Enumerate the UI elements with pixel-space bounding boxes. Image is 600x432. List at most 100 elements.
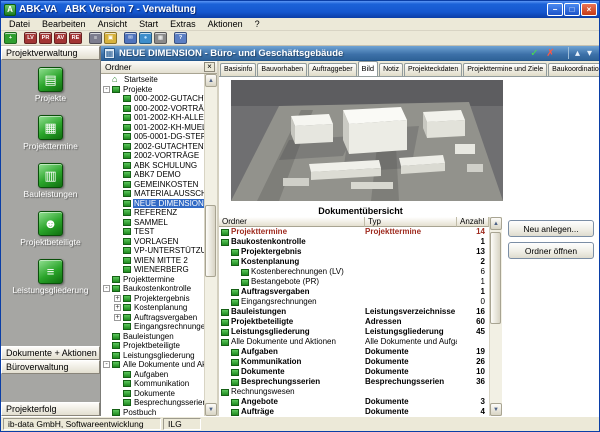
table-row[interactable]: Aufträge Dokumente 4 [219, 407, 489, 416]
re-icon[interactable]: RE [69, 32, 82, 44]
sidebar-item-projekttermine[interactable]: ▦ Projekttermine [23, 115, 78, 151]
calculator-icon[interactable]: ▦ [154, 32, 167, 44]
tree-item[interactable]: 000-2002-VORTRÄGE [101, 104, 204, 114]
close-tree-icon[interactable]: × [204, 62, 215, 72]
tab-item[interactable]: Basisinfo [220, 63, 256, 76]
confirm-icon[interactable]: ✓ [528, 47, 541, 59]
panel-menu-icon[interactable]: ▾ [583, 47, 596, 59]
tree-item[interactable]: Projekte [101, 85, 204, 95]
tree-item[interactable]: Kommunikation [101, 379, 204, 389]
tree-item[interactable]: Bauleistungen [101, 332, 204, 342]
table-row[interactable]: Bestangebote (PR) 1 [219, 277, 489, 287]
menu-item[interactable]: Ansicht [92, 18, 134, 30]
tree-item[interactable]: Kostenplanung [101, 303, 204, 313]
column-header-typ[interactable]: Typ [365, 217, 457, 227]
menu-item[interactable]: ? [249, 18, 266, 30]
table-scroll-track[interactable] [490, 230, 502, 403]
table-row[interactable]: Rechnungswesen [219, 387, 489, 397]
tree-item[interactable]: Auftragsvergaben [101, 313, 204, 323]
help-icon[interactable]: ? [174, 32, 187, 44]
tree-scroll-thumb[interactable] [205, 205, 216, 277]
tree-item[interactable]: Baukostenkontrolle [101, 284, 204, 294]
column-header-ordner[interactable]: Ordner [219, 217, 365, 227]
menu-item[interactable]: Start [133, 18, 164, 30]
tree-item[interactable]: ABK SCHULUNG [101, 161, 204, 171]
table-scrollbar[interactable] [489, 217, 502, 416]
sidebar-group-dokumente-aktionen[interactable]: Dokumente + Aktionen [1, 346, 100, 360]
scroll-down-icon[interactable] [490, 403, 502, 416]
print-icon[interactable]: ≡ [89, 32, 102, 44]
table-row[interactable]: Leistungsgliederung Leistungsgliederung … [219, 327, 489, 337]
tab-item[interactable]: Projekteckdaten [404, 63, 462, 76]
tree-item[interactable]: VP-UNTERSTÜTZUNG [101, 246, 204, 256]
tree-expander-icon[interactable] [114, 314, 121, 321]
panel-up-icon[interactable]: ▴ [568, 47, 580, 59]
tree-item[interactable]: Aufgaben [101, 370, 204, 380]
tree-expander-icon[interactable] [103, 361, 110, 368]
tree-item[interactable]: GEMEINKOSTEN [101, 180, 204, 190]
tree-item[interactable]: 000-2002-GUTACHTENTÄTIGKEIT [101, 94, 204, 104]
table-row[interactable]: Auftragsvergaben 1 [219, 287, 489, 297]
tree-item[interactable]: 001-2002-KH-MUELLER [101, 123, 204, 133]
tree-item[interactable]: NEUE DIMENSION [101, 199, 204, 209]
av-icon[interactable]: AV [54, 32, 67, 44]
sidebar-item-projektbeteiligte[interactable]: ☻ Projektbeteiligte [20, 211, 80, 247]
sidebar-item-projekte[interactable]: ▤ Projekte [35, 67, 66, 103]
tab-item[interactable]: Baukoordination [548, 63, 599, 76]
tab-item[interactable]: Notiz [379, 63, 403, 76]
ordner-oeffnen-button[interactable]: Ordner öffnen [508, 242, 594, 259]
table-row[interactable]: Bauleistungen Leistungsverzeichnisse 16 [219, 307, 489, 317]
menu-item[interactable]: Datei [3, 18, 36, 30]
new-icon[interactable]: + [4, 32, 17, 44]
tree-item[interactable]: Projekttermine [101, 275, 204, 285]
tree-item[interactable]: Leistungsgliederung [101, 351, 204, 361]
column-header-anzahl[interactable]: Anzahl [457, 217, 489, 227]
tab-item[interactable]: Bauvorhaben [257, 63, 307, 76]
table-row[interactable]: Kostenberechnungen (LV) 6 [219, 267, 489, 277]
tree-item[interactable]: TEST [101, 227, 204, 237]
scroll-up-icon[interactable] [490, 217, 502, 230]
table-row[interactable]: Alle Dokumente und Aktionen Alle Dokumen… [219, 337, 489, 347]
table-row[interactable]: Projektergebnis 13 [219, 247, 489, 257]
tree-item[interactable]: Alle Dokumente und Aktionen [101, 360, 204, 370]
table-row[interactable]: Kommunikation Dokumente 26 [219, 357, 489, 367]
tree-item[interactable]: Startseite [101, 75, 204, 85]
tree-item[interactable]: Dokumente [101, 389, 204, 399]
table-row[interactable]: Angebote Dokumente 3 [219, 397, 489, 407]
tree-item[interactable]: WIENERBERG [101, 265, 204, 275]
minimize-button[interactable]: − [547, 3, 563, 16]
tree-expander-icon[interactable] [103, 285, 110, 292]
tree-item[interactable]: Besprechungsserien [101, 398, 204, 408]
sidebar-item-bauleistungen[interactable]: ▥ Bauleistungen [24, 163, 78, 199]
mail-icon[interactable]: ✉ [124, 32, 137, 44]
tree-item[interactable]: Projektergebnis [101, 294, 204, 304]
cancel-icon[interactable]: ✗ [544, 47, 557, 59]
tree-scrollbar[interactable] [204, 74, 217, 416]
sidebar-group-projektverwaltung[interactable]: Projektverwaltung [1, 46, 100, 60]
tree-scroll-track[interactable] [205, 87, 217, 403]
tree-item[interactable]: 2002-VORTRÄGE [101, 151, 204, 161]
tab-item[interactable]: Projekttermine und Ziele [463, 63, 547, 76]
tree-item[interactable]: 001-2002-KH-ALLENTSTEIG [101, 113, 204, 123]
table-row[interactable]: Aufgaben Dokumente 19 [219, 347, 489, 357]
tree-item[interactable]: Projektbeteiligte [101, 341, 204, 351]
tree-item[interactable]: WIEN MITTE 2 [101, 256, 204, 266]
tree-item[interactable]: ABK7 DEMO [101, 170, 204, 180]
table-scroll-thumb[interactable] [490, 232, 501, 324]
tree-item[interactable]: Eingangsrechnungen [101, 322, 204, 332]
table-row[interactable]: Dokumente Dokumente 10 [219, 367, 489, 377]
tree-expander-icon[interactable] [114, 295, 121, 302]
sidebar-group-bueroverwaltung[interactable]: Büroverwaltung [1, 360, 100, 374]
scroll-down-icon[interactable] [205, 403, 217, 416]
tree-item[interactable]: VORLAGEN [101, 237, 204, 247]
table-row[interactable]: Projekttermine Projekttermine 14 [219, 227, 489, 237]
tree-item[interactable]: 2002-GUTACHTENTÄTIGKEIT [101, 142, 204, 152]
tree-expander-icon[interactable] [114, 304, 121, 311]
tree-item[interactable]: REFERENZ [101, 208, 204, 218]
tree-expander-icon[interactable] [103, 86, 110, 93]
folder-icon[interactable]: ▣ [104, 32, 117, 44]
globe-icon[interactable]: ● [139, 32, 152, 44]
table-row[interactable]: Baukostenkontrolle 1 [219, 237, 489, 247]
table-row[interactable]: Eingangsrechnungen 0 [219, 297, 489, 307]
menu-item[interactable]: Bearbeiten [36, 18, 92, 30]
